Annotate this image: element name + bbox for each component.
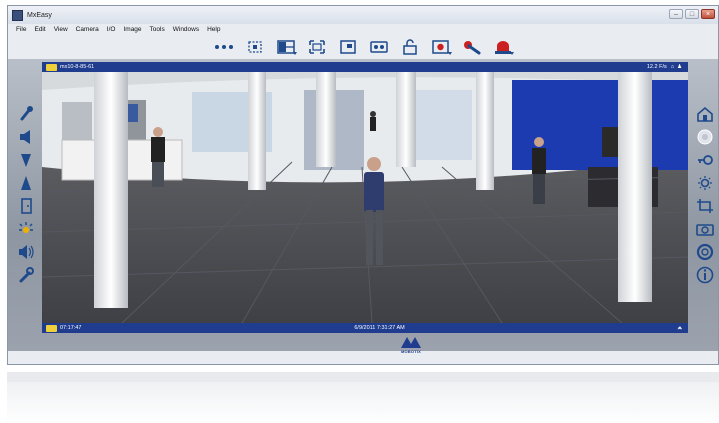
menu-bar: File Edit View Camera I/O Image Tools Wi… [8,24,718,35]
lock-icon[interactable] [399,38,421,56]
volume-up-icon[interactable] [16,173,36,192]
window-title: MxEasy [27,11,52,19]
alarm-icon[interactable] [492,38,514,56]
crop-frame-icon[interactable] [695,196,715,215]
multi-view-icon[interactable] [275,38,297,56]
home-icon[interactable] [695,104,715,123]
elapsed-time: 07:17:47 [60,325,82,331]
wrench-icon[interactable] [16,265,36,284]
fullscreen-icon[interactable] [306,38,328,56]
sound-alarm-icon[interactable] [16,242,36,261]
title-bar[interactable]: MxEasy – □ × [8,6,718,24]
timestamp: 6/9/2011 7:31:27 AM [354,325,405,331]
brand-name: MOBOTIX [400,349,422,354]
record-dropdown-icon[interactable] [430,38,452,56]
crop-icon[interactable] [337,38,359,56]
camera-snapshot-icon[interactable] [695,219,715,238]
close-button[interactable]: × [701,9,715,19]
recording-icon[interactable] [368,38,390,56]
left-toolbar [14,104,38,284]
door-icon[interactable] [16,196,36,215]
mobotix-small-icon: ⩕ [677,324,682,331]
more-icon[interactable] [213,38,235,56]
menu-edit[interactable]: Edit [34,26,45,33]
camera-live-image[interactable] [42,72,688,323]
frame-rate: 12.2 F/s [646,64,667,70]
microphone-icon[interactable] [16,104,36,123]
home-small-icon[interactable]: ⌂ [671,64,674,70]
minimize-button[interactable]: – [669,9,683,19]
mobotix-logo: MOBOTIX [396,335,426,357]
light-icon[interactable] [16,219,36,238]
speaker-icon[interactable] [16,127,36,146]
menu-help[interactable]: Help [207,26,220,33]
menu-view[interactable]: View [54,26,68,33]
menu-file[interactable]: File [16,26,26,33]
menu-io[interactable]: I/O [107,26,116,33]
camera-status-bar: 07:17:47 6/9/2011 7:31:27 AM ⩕ [42,323,688,333]
camera-name: mx10-8-85-61 [60,64,95,70]
volume-down-icon[interactable] [16,150,36,169]
lifebuoy-icon[interactable] [695,242,715,261]
window-reflection [7,372,719,423]
toolbar [8,35,718,59]
menu-tools[interactable]: Tools [150,26,165,33]
person-far [370,111,376,131]
user-small-icon[interactable]: ♟ [677,64,682,70]
reflection-bar [7,372,719,382]
right-toolbar [694,104,716,284]
maximize-button[interactable]: □ [685,9,699,19]
key-icon[interactable] [695,150,715,169]
ptz-icon[interactable] [695,127,715,146]
camera-icon [46,63,57,71]
brightness-icon[interactable] [695,173,715,192]
layout-select-icon[interactable] [244,38,266,56]
settings-wrench-icon[interactable] [461,38,483,56]
menu-windows[interactable]: Windows [173,26,199,33]
menu-camera[interactable]: Camera [76,26,99,33]
menu-image[interactable]: Image [123,26,141,33]
video-viewer: mx10-8-85-61 12.2 F/s ⌂ ♟ 07:17:47 6/9/2… [8,59,718,351]
camera-info-bar: mx10-8-85-61 12.2 F/s ⌂ ♟ [42,62,688,72]
info-icon[interactable] [695,265,715,284]
app-window: MxEasy – □ × File Edit View Camera I/O I… [7,5,719,365]
app-icon [12,9,23,21]
camera-icon-small [46,324,57,332]
